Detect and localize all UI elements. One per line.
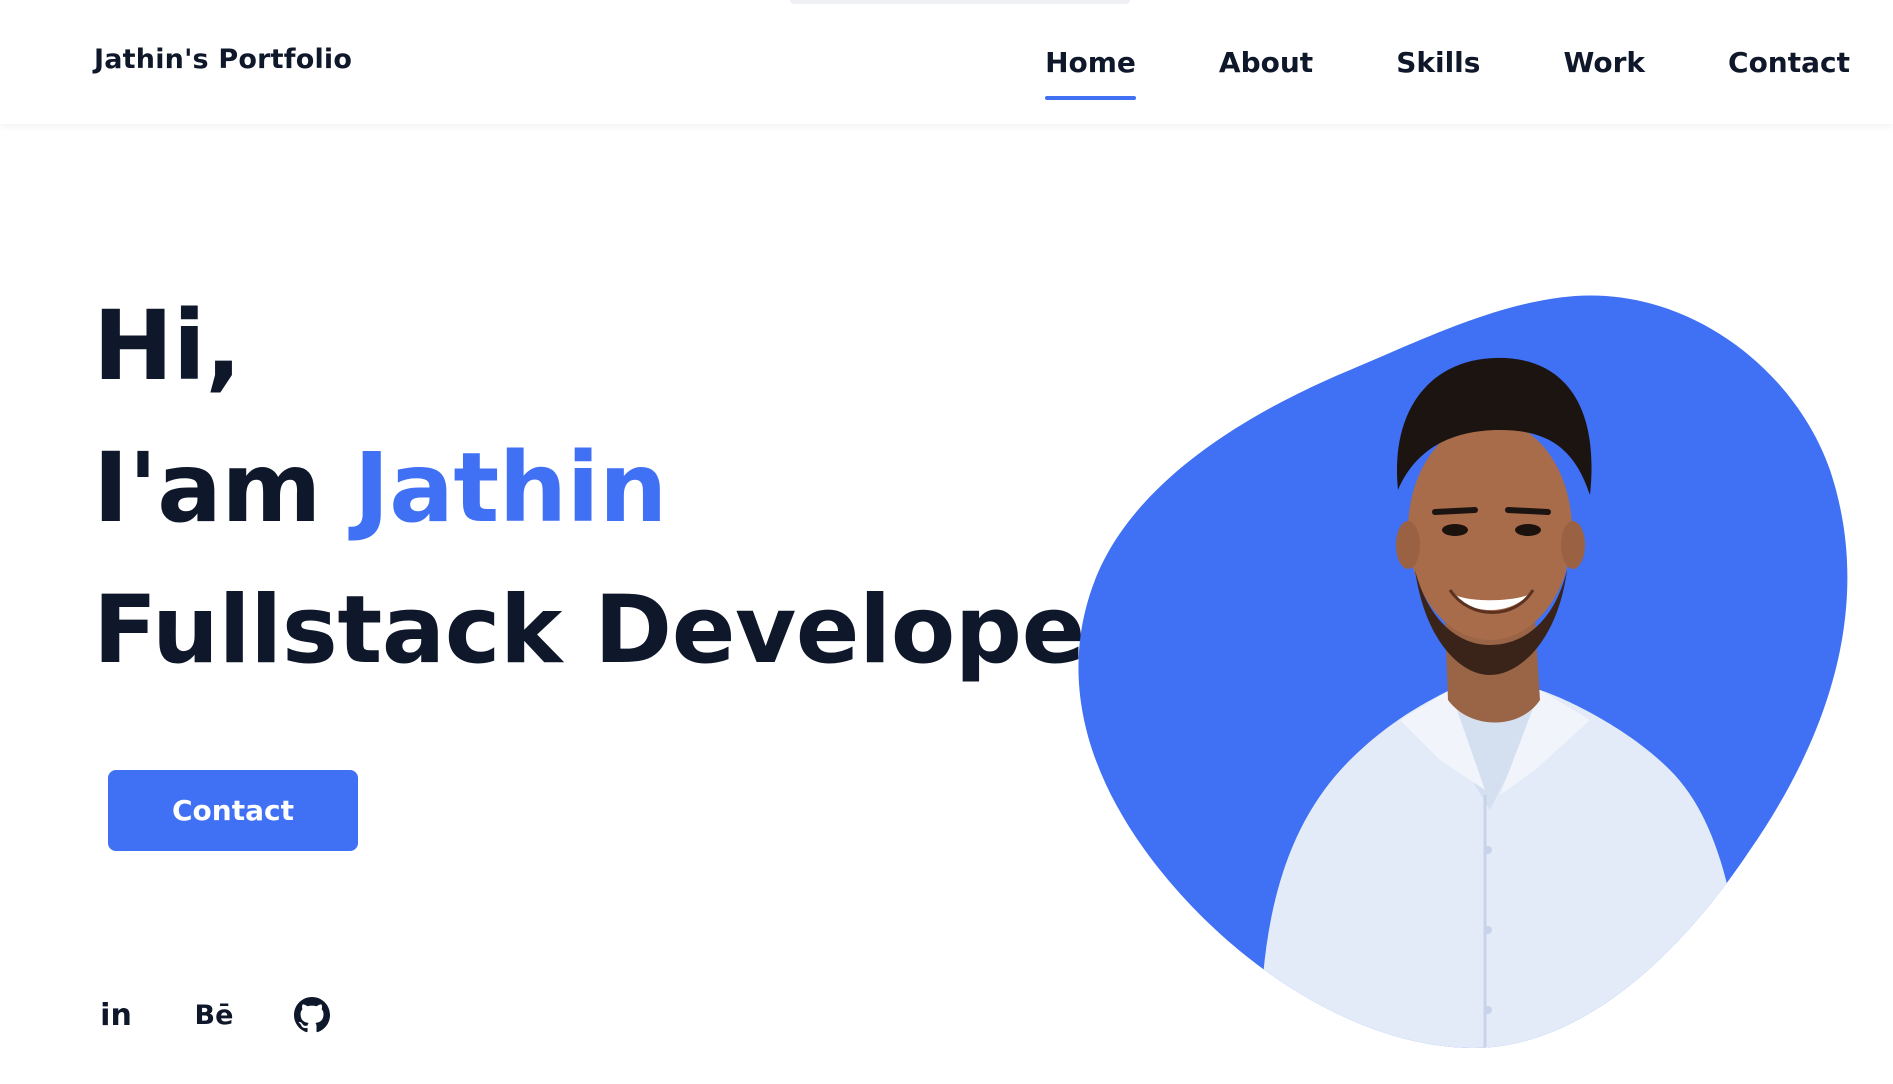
- main-nav: Home About Skills Work Contact: [1045, 0, 1850, 124]
- top-navbar: Jathin's Portfolio Home About Skills Wor…: [0, 0, 1893, 124]
- nav-item-home[interactable]: Home: [1045, 0, 1136, 100]
- nav-item-work[interactable]: Work: [1563, 0, 1645, 79]
- nav-item-about[interactable]: About: [1219, 0, 1313, 79]
- nav-item-contact[interactable]: Contact: [1728, 0, 1850, 79]
- profile-photo-blob: [1070, 290, 1870, 1080]
- site-logo[interactable]: Jathin's Portfolio: [94, 44, 352, 75]
- contact-button[interactable]: Contact: [108, 770, 358, 851]
- hero-name: Jathin: [353, 432, 667, 544]
- github-icon[interactable]: [292, 995, 332, 1035]
- hero-intro: I'am Jathin: [93, 440, 667, 536]
- hero-greeting: Hi,: [93, 290, 242, 402]
- hero-role: Fullstack Developer: [93, 576, 1131, 685]
- linkedin-icon[interactable]: in: [96, 995, 136, 1035]
- hero-intro-prefix: I'am: [93, 432, 321, 544]
- social-links: in Bē: [96, 995, 332, 1035]
- profile-photo: [1078, 295, 1848, 1049]
- nav-item-skills[interactable]: Skills: [1396, 0, 1480, 79]
- behance-icon[interactable]: Bē: [194, 995, 234, 1035]
